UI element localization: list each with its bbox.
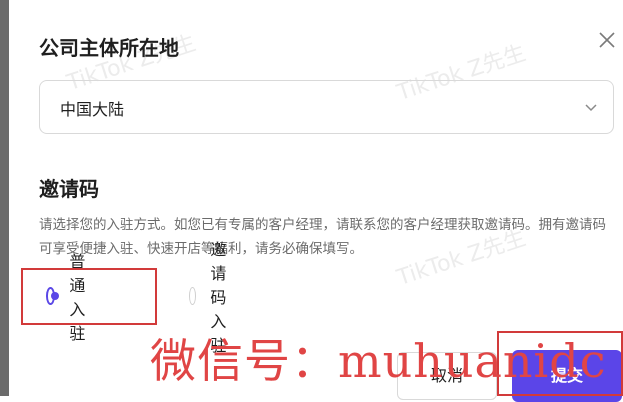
overlay-watermark-text: 微信号：muhuanidc xyxy=(150,334,607,388)
background-strip xyxy=(0,0,9,396)
chevron-down-icon xyxy=(585,104,597,112)
dialog-title: 公司主体所在地 xyxy=(39,36,179,60)
invite-code-description: 请选择您的入驻方式。如您已有专属的客户经理，请联系您的客户经理获取邀请码。拥有邀… xyxy=(39,217,606,257)
invite-code-heading: 邀请码 xyxy=(39,177,99,201)
highlight-box-normal-entry xyxy=(21,268,157,325)
radio-unchecked-icon xyxy=(189,287,197,305)
region-select[interactable]: 中国大陆 xyxy=(39,80,614,134)
radio-invite-code-entry[interactable]: 邀请码入驻 xyxy=(189,240,237,355)
close-icon[interactable] xyxy=(595,28,619,52)
region-select-value: 中国大陆 xyxy=(60,100,125,119)
